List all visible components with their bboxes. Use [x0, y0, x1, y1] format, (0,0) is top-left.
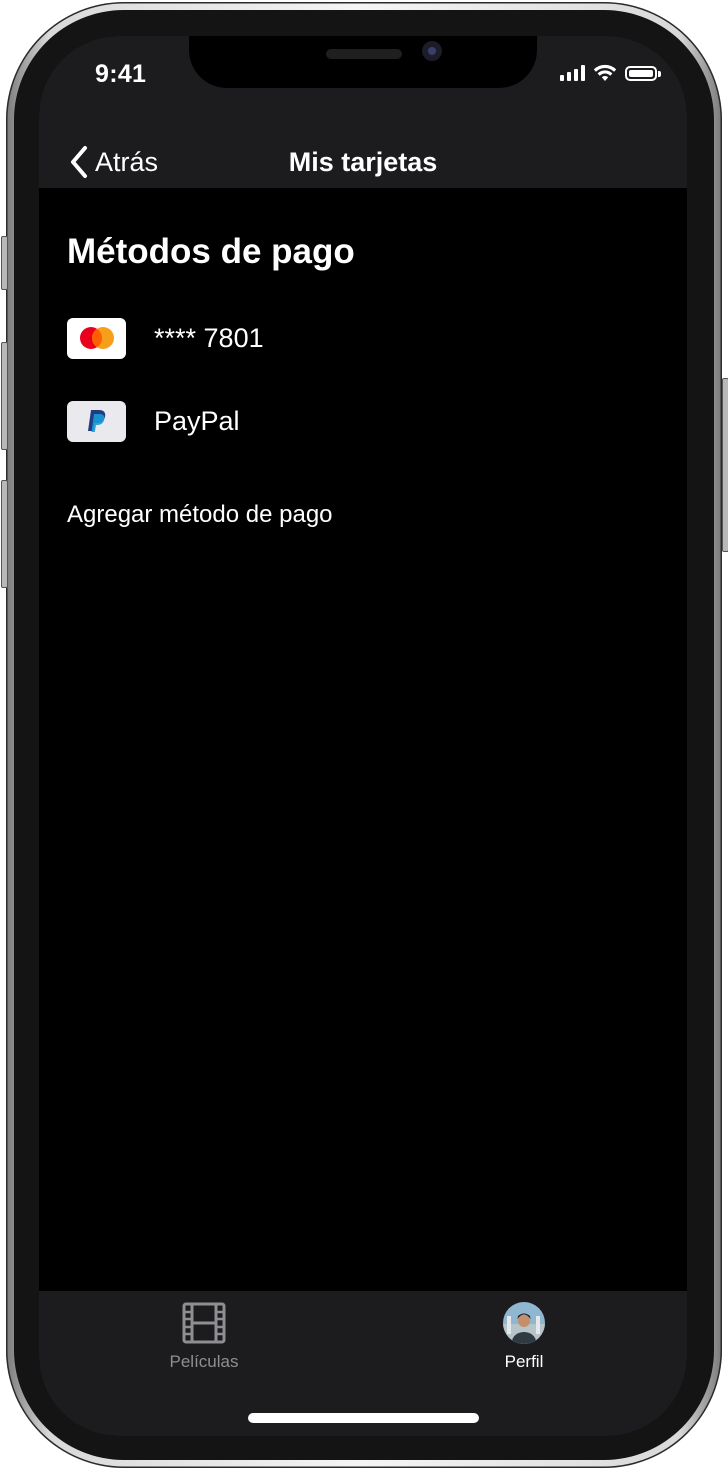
- speaker-grille: [326, 49, 402, 59]
- mastercard-icon: [67, 317, 126, 359]
- add-payment-method-link[interactable]: Agregar método de pago: [67, 501, 333, 529]
- avatar-container: [503, 1301, 545, 1344]
- notch: [189, 36, 537, 88]
- tab-label-profile: Perfil: [504, 1352, 544, 1371]
- side-button: [722, 378, 728, 552]
- cellular-signal-icon: [560, 65, 585, 81]
- navigation-bar: Atrás Mis tarjetas: [39, 136, 687, 188]
- wifi-icon: [593, 64, 617, 81]
- tab-profile[interactable]: Perfil: [444, 1291, 604, 1372]
- payment-method-mastercard[interactable]: **** 7801: [67, 317, 264, 359]
- section-title: Métodos de pago: [67, 232, 355, 271]
- volume-down-button: [1, 480, 8, 588]
- payment-method-paypal[interactable]: PayPal: [67, 400, 240, 442]
- home-indicator[interactable]: [248, 1413, 479, 1423]
- status-time: 9:41: [95, 60, 147, 88]
- tab-movies[interactable]: Películas: [124, 1291, 284, 1372]
- battery-icon: [625, 65, 661, 81]
- page-title: Mis tarjetas: [288, 147, 438, 177]
- avatar: [503, 1301, 545, 1344]
- film-icon: [182, 1301, 226, 1344]
- tab-label-movies: Películas: [169, 1352, 239, 1371]
- volume-up-button: [1, 342, 8, 450]
- front-camera: [422, 41, 442, 61]
- silent-switch: [1, 236, 8, 290]
- status-icons: [560, 64, 661, 82]
- paypal-icon: [67, 400, 126, 442]
- payment-method-label: PayPal: [154, 405, 240, 436]
- payment-method-label: **** 7801: [154, 322, 264, 353]
- app-screen: 9:41 Atrás Mis tarjetas Métodos de pago: [39, 36, 687, 1436]
